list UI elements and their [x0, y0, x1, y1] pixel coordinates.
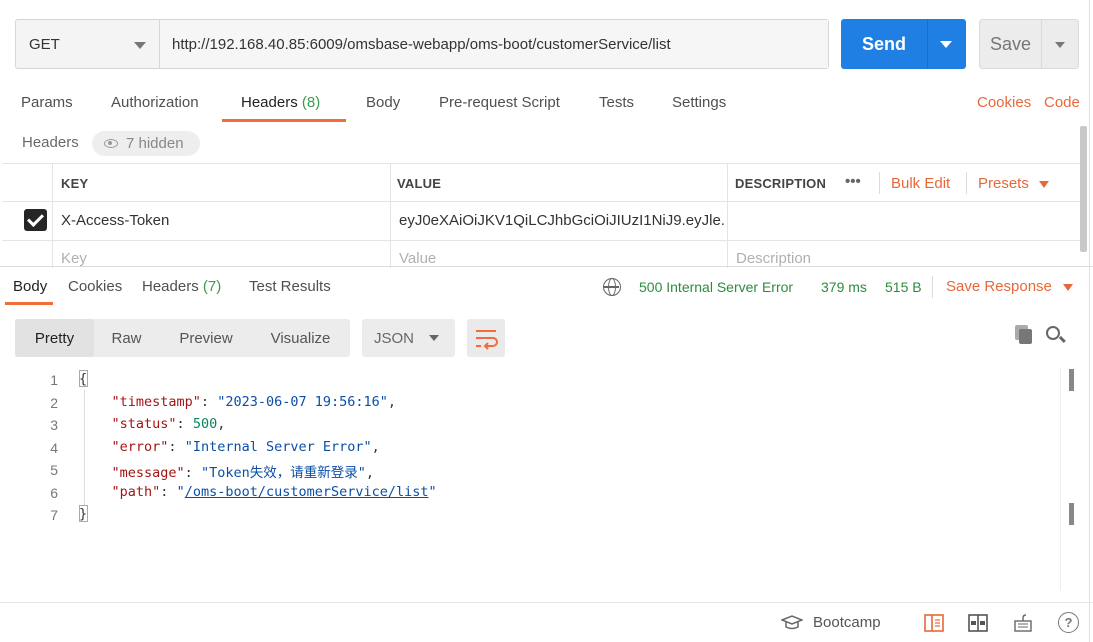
response-body-code[interactable]: 1 {2 "timestamp": "2023-06-07 19:56:16", 3… [0, 368, 1060, 588]
view-visualize-button[interactable]: Visualize [256, 319, 345, 357]
send-options-chevron-icon[interactable] [928, 19, 966, 69]
copy-icon[interactable] [1015, 325, 1033, 345]
json-key: "message" [111, 465, 185, 481]
code-line: "message": "Token失效，请重新登录", [111, 465, 374, 481]
status-badge[interactable]: 500 Internal Server Error [639, 279, 793, 295]
presets-dropdown[interactable]: Presets [978, 175, 1029, 192]
method-label: GET [29, 35, 60, 53]
tab-headers[interactable]: Headers (8) [241, 94, 320, 111]
chevron-down-icon [134, 42, 146, 49]
line-number: 4 [50, 440, 58, 456]
line-number: 7 [50, 507, 58, 523]
code-line: { [79, 371, 88, 387]
line-number: 2 [50, 395, 58, 411]
bootcamp-link[interactable]: Bootcamp [813, 614, 881, 631]
two-pane-view-icon[interactable] [924, 613, 944, 633]
tab-pre-request-script[interactable]: Pre-request Script [439, 94, 560, 111]
active-tab-indicator [222, 119, 346, 122]
response-tab-cookies[interactable]: Cookies [68, 278, 122, 295]
line-number: 1 [50, 372, 58, 388]
request-tabs: Params Authorization Headers (8) Body Pr… [0, 84, 1093, 124]
line-number: 5 [50, 462, 58, 478]
response-active-tab-indicator [5, 302, 53, 305]
save-response-button[interactable]: Save Response [946, 278, 1052, 295]
code-link[interactable]: Code [1044, 94, 1080, 111]
presets-chevron-icon [1039, 181, 1049, 188]
wrap-lines-icon [476, 330, 498, 350]
chevron-down-icon [429, 335, 439, 341]
response-tab-headers[interactable]: Headers (7) [142, 278, 221, 295]
tab-tests[interactable]: Tests [599, 94, 634, 111]
view-preview-button[interactable]: Preview [162, 319, 250, 357]
tab-authorization[interactable]: Authorization [111, 94, 199, 111]
json-key: "status" [111, 416, 177, 432]
save-button[interactable]: Save [980, 20, 1042, 68]
tab-body[interactable]: Body [366, 94, 400, 111]
json-key: "path" [111, 484, 161, 500]
send-button-group: Send [841, 19, 966, 69]
tab-params[interactable]: Params [21, 94, 73, 111]
hidden-headers-toggle[interactable]: 7 hidden [92, 131, 200, 156]
new-key-input[interactable]: Key [61, 250, 87, 267]
format-select[interactable]: JSON [362, 319, 455, 357]
response-size[interactable]: 515 B [885, 279, 922, 295]
help-icon[interactable]: ? [1058, 612, 1079, 633]
response-tab-test-results[interactable]: Test Results [249, 278, 331, 295]
code-line: } [79, 506, 88, 522]
code-line: "timestamp": "2023-06-07 19:56:16", [111, 394, 397, 410]
view-mode-group: Pretty Raw Preview Visualize [15, 319, 350, 357]
view-raw-button[interactable]: Raw [94, 319, 159, 357]
json-value: "Token失效，请重新登录" [200, 465, 366, 481]
send-button[interactable]: Send [841, 19, 928, 69]
tab-settings[interactable]: Settings [672, 94, 726, 111]
new-value-input[interactable]: Value [399, 250, 436, 267]
column-header-description: DESCRIPTION [735, 176, 827, 191]
url-input[interactable]: http://192.168.40.85:6009/omsbase-webapp… [160, 20, 828, 68]
wrap-lines-button[interactable] [467, 319, 505, 357]
response-headers-count: (7) [202, 278, 222, 295]
format-label: JSON [374, 329, 415, 347]
keyboard-shortcuts-icon[interactable] [1013, 613, 1033, 633]
cookies-link[interactable]: Cookies [977, 94, 1031, 111]
headers-section-title: Headers [22, 134, 79, 151]
new-description-input[interactable]: Description [736, 250, 811, 267]
eye-icon [104, 139, 118, 148]
tab-headers-count: (8) [301, 94, 321, 111]
response-tab-body[interactable]: Body [13, 278, 47, 295]
headers-scrollbar[interactable] [1080, 126, 1087, 252]
graduation-cap-icon[interactable] [779, 615, 805, 631]
response-time[interactable]: 379 ms [821, 279, 867, 295]
code-line: "status": 500, [111, 416, 226, 432]
save-response-chevron-icon[interactable] [1063, 284, 1073, 291]
header-enabled-checkbox[interactable] [24, 209, 47, 231]
code-line: "path": "/oms-boot/customerService/list" [111, 484, 437, 500]
column-header-key: KEY [61, 176, 89, 191]
header-value-cell[interactable]: eyJ0eXAiOiJKV1QiLCJhbGciOiJIUzI1NiJ9.eyJ… [399, 212, 724, 229]
save-button-group: Save [979, 19, 1079, 69]
layout-toggle-icon[interactable] [968, 613, 988, 633]
request-bar: GET http://192.168.40.85:6009/omsbase-we… [15, 19, 829, 69]
json-link-value[interactable]: /oms-boot/customerService/list [185, 484, 429, 500]
line-number: 3 [50, 417, 58, 433]
search-icon[interactable] [1046, 326, 1066, 346]
method-select[interactable]: GET [16, 20, 160, 68]
column-header-value: VALUE [397, 176, 442, 191]
json-value: "Internal Server Error" [184, 439, 372, 455]
code-scrollbar-top[interactable] [1069, 369, 1074, 391]
headers-table: KEY VALUE DESCRIPTION ••• Bulk Edit Pres… [2, 163, 1080, 268]
json-value: 500 [192, 416, 218, 432]
json-value: "2023-06-07 19:56:16" [217, 394, 388, 410]
code-scrollbar-thumb[interactable] [1069, 503, 1074, 525]
json-key: "timestamp" [111, 394, 201, 410]
code-line: "error": "Internal Server Error", [111, 439, 380, 455]
globe-icon[interactable] [603, 278, 621, 296]
hidden-headers-label: 7 hidden [126, 135, 184, 152]
header-key-cell[interactable]: X-Access-Token [61, 212, 169, 229]
bulk-edit-link[interactable]: Bulk Edit [891, 175, 950, 192]
save-options-chevron-icon[interactable] [1042, 20, 1078, 68]
view-pretty-button[interactable]: Pretty [15, 319, 94, 357]
json-key: "error" [111, 439, 169, 455]
line-number: 6 [50, 485, 58, 501]
more-options-icon[interactable]: ••• [845, 173, 861, 190]
